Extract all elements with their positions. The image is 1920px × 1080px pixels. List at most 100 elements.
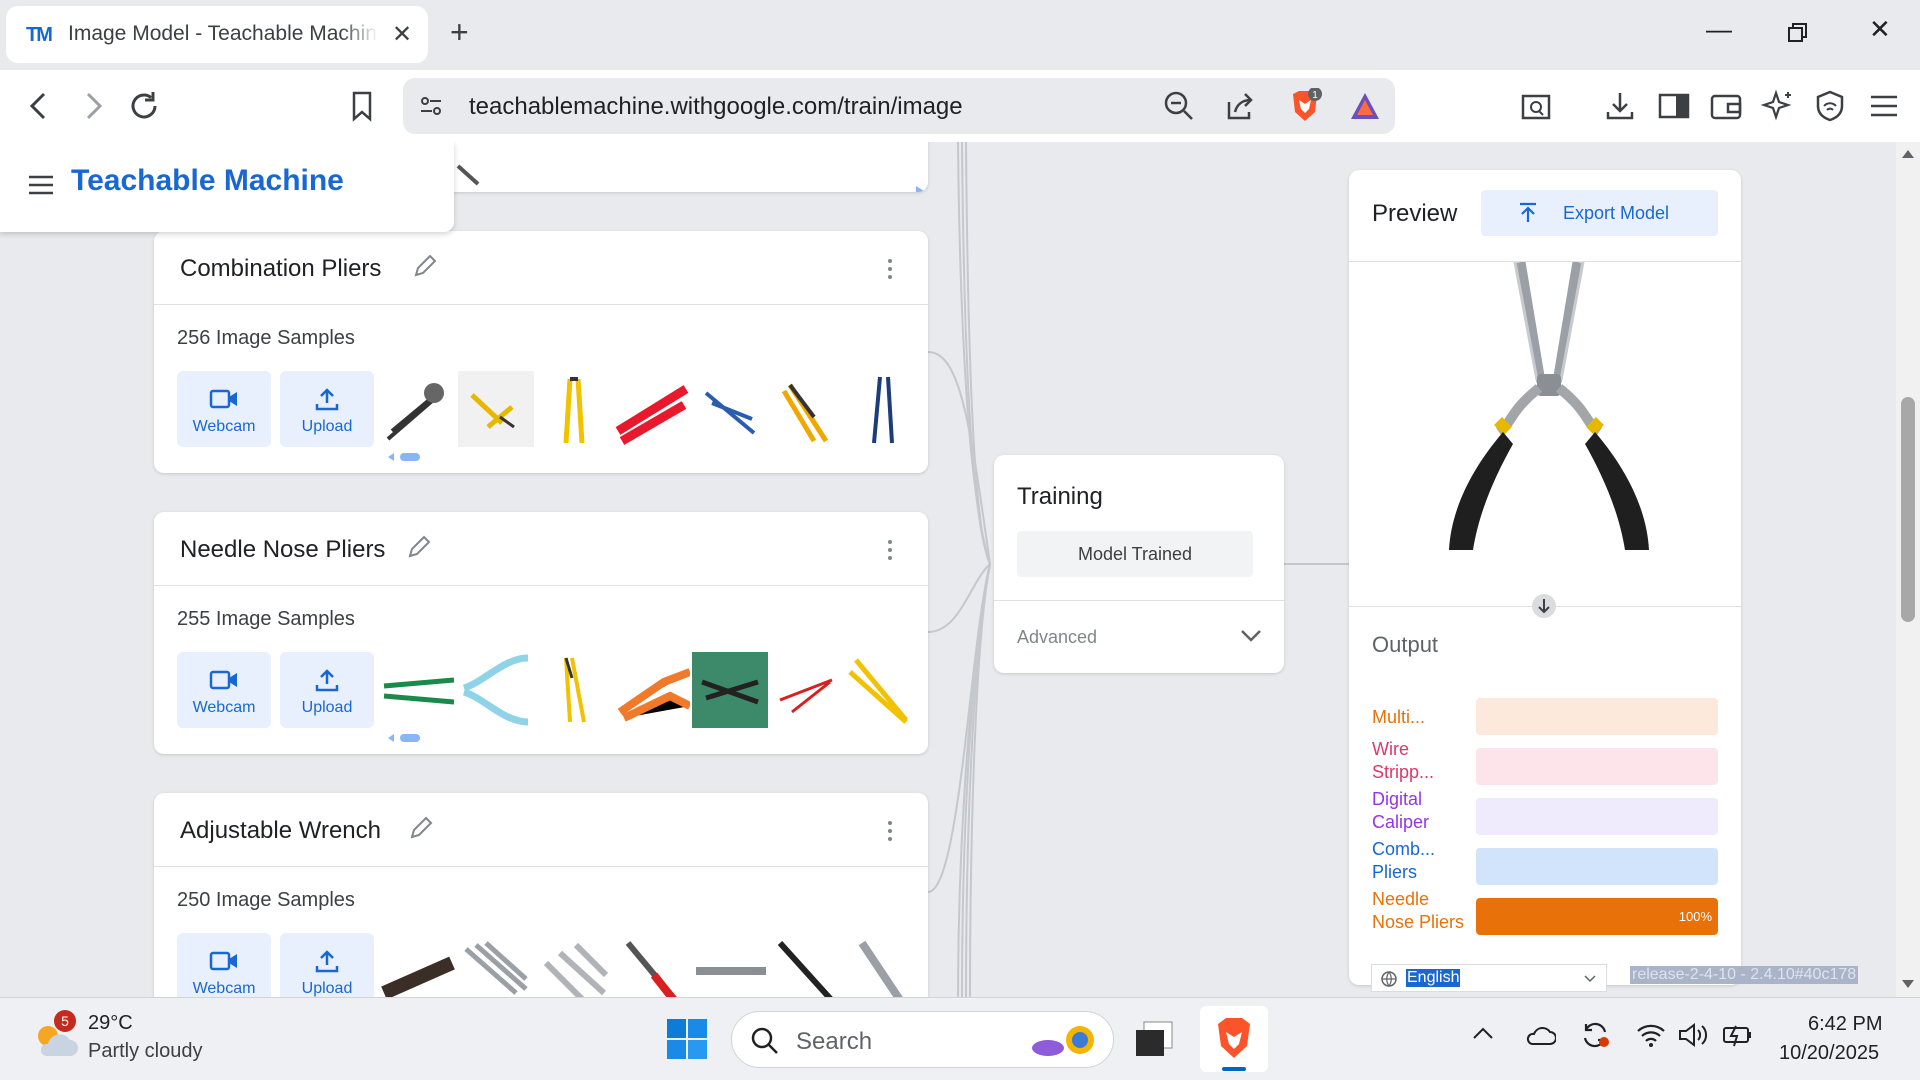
sample-thumbnail bbox=[614, 371, 690, 447]
scroll-up-icon[interactable] bbox=[1902, 150, 1914, 158]
upload-button[interactable]: Upload bbox=[280, 933, 374, 997]
tab-close-icon[interactable]: ✕ bbox=[392, 20, 412, 49]
back-icon[interactable] bbox=[22, 88, 58, 124]
wifi-icon[interactable] bbox=[1636, 1022, 1666, 1053]
preview-title: Preview bbox=[1372, 200, 1458, 227]
scroll-right-icon[interactable] bbox=[916, 186, 924, 192]
hamburger-menu-icon[interactable] bbox=[28, 174, 54, 201]
scroll-thumb[interactable] bbox=[1901, 397, 1915, 622]
sample-thumbnail bbox=[692, 652, 768, 728]
sample-thumbnail bbox=[458, 371, 534, 447]
webcam-button[interactable]: Webcam bbox=[177, 933, 271, 997]
advanced-toggle[interactable]: Advanced bbox=[994, 600, 1284, 673]
brand-logo-text[interactable]: Teachable Machine bbox=[71, 164, 344, 198]
model-trained-button[interactable]: Model Trained bbox=[1017, 531, 1253, 577]
restore-icon[interactable] bbox=[1787, 20, 1809, 51]
brave-rewards-icon[interactable] bbox=[1349, 90, 1381, 127]
webcam-icon bbox=[209, 951, 237, 971]
brave-shields-icon[interactable]: 1 bbox=[1287, 87, 1323, 129]
sample-thumbnail bbox=[536, 933, 612, 997]
sample-count: 250 Image Samples bbox=[177, 889, 355, 911]
output-confidence-bar bbox=[1476, 698, 1718, 735]
url-text[interactable]: teachablemachine.withgoogle.com/train/im… bbox=[469, 93, 963, 121]
task-view-icon[interactable] bbox=[1134, 1020, 1174, 1065]
output-confidence-bar bbox=[1476, 848, 1718, 885]
clock-date[interactable]: 10/20/2025 bbox=[1779, 1042, 1879, 1065]
output-percent: 100% bbox=[1678, 909, 1712, 924]
zoom-icon[interactable] bbox=[1163, 90, 1195, 127]
carousel-indicator[interactable] bbox=[386, 451, 426, 463]
clock-time[interactable]: 6:42 PM bbox=[1808, 1013, 1882, 1036]
output-confidence-bar bbox=[1476, 748, 1718, 785]
minimize-icon[interactable]: — bbox=[1706, 14, 1732, 45]
preview-panel: Preview Export Model Output Multi... Wire… bbox=[1349, 170, 1741, 985]
sync-icon[interactable] bbox=[1580, 1020, 1610, 1055]
edit-pencil-icon[interactable] bbox=[406, 534, 432, 560]
address-bar[interactable]: teachablemachine.withgoogle.com/train/im… bbox=[403, 78, 1395, 134]
taskbar-search[interactable]: Search bbox=[731, 1011, 1114, 1068]
upload-button[interactable]: Upload bbox=[280, 652, 374, 728]
class-name[interactable]: Combination Pliers bbox=[180, 255, 381, 283]
sample-count: 255 Image Samples bbox=[177, 608, 355, 630]
sample-thumbnail bbox=[536, 652, 612, 728]
class-card-header: Combination Pliers bbox=[154, 231, 928, 305]
site-settings-icon[interactable] bbox=[417, 92, 445, 125]
windows-start-icon[interactable] bbox=[667, 1019, 707, 1064]
browser-tab[interactable]: TM Image Model - Teachable Machine ✕ bbox=[6, 6, 428, 63]
volume-icon[interactable] bbox=[1678, 1022, 1710, 1053]
scroll-down-icon[interactable] bbox=[1902, 980, 1914, 988]
page-scrollbar[interactable] bbox=[1896, 142, 1920, 997]
tm-favicon-icon: TM bbox=[26, 24, 53, 46]
browser-toolbar: teachablemachine.withgoogle.com/train/im… bbox=[0, 70, 1920, 142]
webcam-button[interactable]: Webcam bbox=[177, 652, 271, 728]
preview-image bbox=[1449, 262, 1649, 550]
more-options-icon[interactable] bbox=[888, 259, 894, 283]
reader-mode-icon[interactable] bbox=[1518, 88, 1554, 124]
output-label: Wire Stripp... bbox=[1372, 739, 1435, 782]
class-name[interactable]: Needle Nose Pliers bbox=[180, 536, 385, 564]
shields-badge: 1 bbox=[1312, 90, 1318, 101]
language-select[interactable]: English bbox=[1371, 964, 1607, 992]
export-model-button[interactable]: Export Model bbox=[1481, 190, 1718, 236]
onedrive-icon[interactable] bbox=[1524, 1024, 1557, 1051]
training-panel: Training Model Trained Advanced bbox=[994, 455, 1284, 673]
search-highlight-icon bbox=[1032, 1026, 1094, 1056]
downloads-icon[interactable] bbox=[1602, 88, 1638, 124]
close-window-icon[interactable]: ✕ bbox=[1869, 14, 1891, 45]
upload-button[interactable]: Upload bbox=[280, 371, 374, 447]
bookmark-icon[interactable] bbox=[344, 88, 380, 124]
sidebar-icon[interactable] bbox=[1656, 88, 1692, 124]
more-options-icon[interactable] bbox=[888, 540, 894, 564]
weather-icon[interactable]: 5 bbox=[30, 1010, 78, 1065]
share-icon[interactable] bbox=[1223, 90, 1255, 127]
chevron-up-icon[interactable] bbox=[1472, 1026, 1494, 1045]
active-indicator bbox=[1222, 1067, 1246, 1071]
vpn-icon[interactable] bbox=[1812, 88, 1848, 124]
carousel-indicator[interactable] bbox=[386, 732, 426, 744]
output-title: Output bbox=[1372, 632, 1439, 657]
weather-badge: 5 bbox=[54, 1010, 76, 1032]
sample-thumbnail bbox=[848, 652, 924, 728]
class-name[interactable]: Adjustable Wrench bbox=[180, 817, 381, 845]
webcam-button[interactable]: Webcam bbox=[177, 371, 271, 447]
sample-thumbnail bbox=[614, 933, 690, 997]
output-confidence-bar: 100% bbox=[1476, 898, 1718, 935]
release-version: release-2-4-10 - 2.4.10#40c178 bbox=[1630, 966, 1859, 984]
reload-icon[interactable] bbox=[126, 88, 162, 124]
class-card-header: Needle Nose Pliers bbox=[154, 512, 928, 586]
forward-icon[interactable] bbox=[74, 88, 110, 124]
more-options-icon[interactable] bbox=[888, 821, 894, 845]
brave-taskbar-icon[interactable] bbox=[1200, 1006, 1268, 1072]
leo-ai-icon[interactable] bbox=[1760, 88, 1796, 124]
output-label: Multi... bbox=[1372, 707, 1426, 727]
edit-pencil-icon[interactable] bbox=[412, 253, 438, 279]
sample-thumbnail bbox=[380, 371, 456, 447]
wallet-icon[interactable] bbox=[1708, 88, 1744, 124]
weather-temperature[interactable]: 29°C bbox=[88, 1012, 133, 1035]
edit-pencil-icon[interactable] bbox=[408, 815, 434, 841]
weather-description[interactable]: Partly cloudy bbox=[88, 1040, 203, 1063]
battery-charging-icon[interactable] bbox=[1722, 1022, 1754, 1053]
search-icon bbox=[751, 1027, 778, 1054]
menu-icon[interactable] bbox=[1866, 88, 1902, 124]
new-tab-icon[interactable]: + bbox=[450, 14, 469, 51]
